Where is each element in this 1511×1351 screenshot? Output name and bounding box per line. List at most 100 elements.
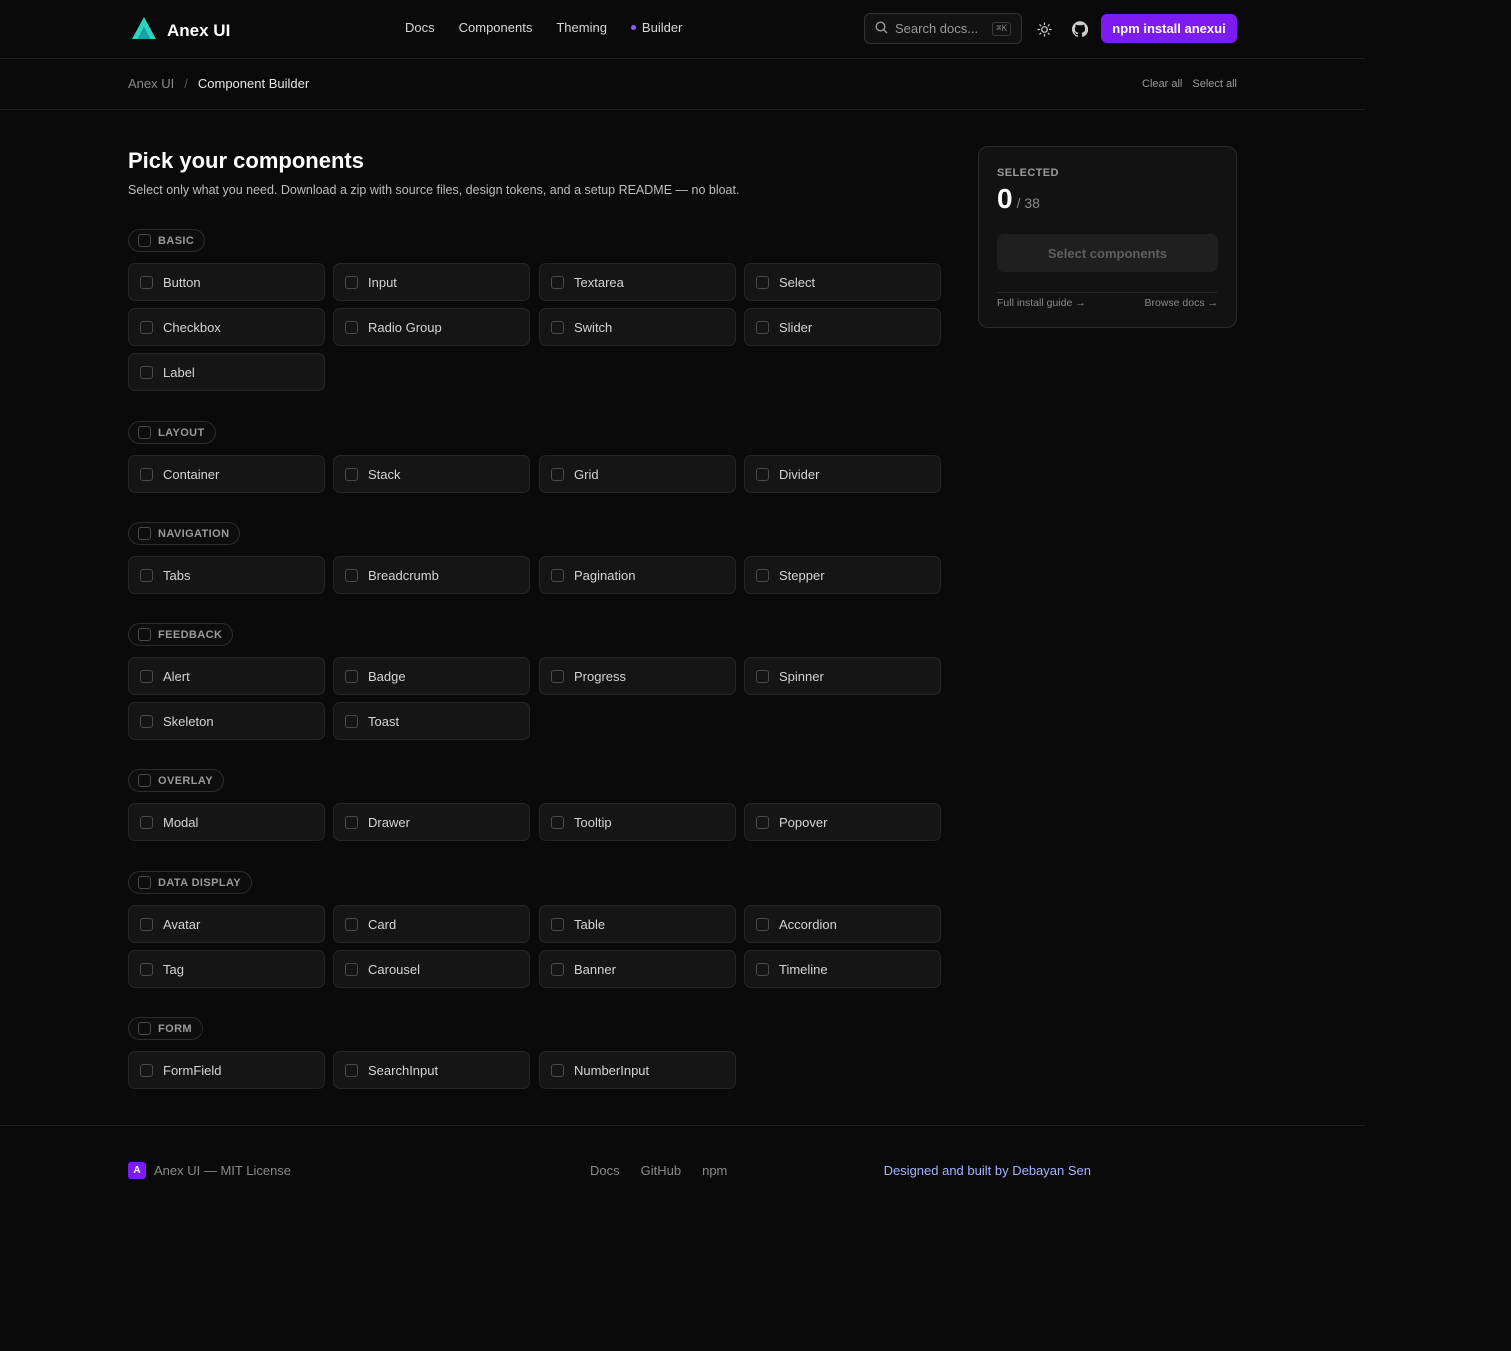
nav-components[interactable]: Components [459,20,533,35]
npm-install-button[interactable]: npm install anexui [1101,14,1237,43]
component-label: Radio Group [368,319,442,335]
component-option-button[interactable]: Button [128,263,325,301]
select-all-button[interactable]: Select all [1192,78,1237,90]
selected-label: SELECTED [997,167,1059,179]
section-toggle-navigation[interactable]: NAVIGATION [128,522,241,545]
nav-builder[interactable]: Builder [630,20,682,35]
component-option-alert[interactable]: Alert [128,657,325,695]
component-option-tooltip[interactable]: Tooltip [539,803,736,841]
component-option-formfield[interactable]: FormField [128,1051,325,1089]
component-option-avatar[interactable]: Avatar [128,905,325,943]
component-option-pagination[interactable]: Pagination [539,556,736,594]
checkbox [140,467,153,481]
component-option-banner[interactable]: Banner [539,950,736,988]
component-option-container[interactable]: Container [128,455,325,493]
component-option-skeleton[interactable]: Skeleton [128,702,325,740]
browse-docs-link[interactable]: Browse docs → [1144,297,1218,309]
component-label: NumberInput [574,1062,650,1078]
checkbox [140,917,153,931]
component-option-stepper[interactable]: Stepper [744,556,941,594]
component-option-table[interactable]: Table [539,905,736,943]
component-label: Container [163,466,220,482]
footer-link-npm[interactable]: npm [702,1163,727,1178]
download-button[interactable]: Select components [997,234,1218,272]
checkbox [345,669,358,683]
section-toggle-form[interactable]: FORM [128,1017,203,1040]
page-subtitle: Select only what you need. Download a zi… [128,183,740,197]
component-option-accordion[interactable]: Accordion [744,905,941,943]
checkbox [756,275,769,289]
section-toggle-basic[interactable]: BASIC [128,229,206,252]
breadcrumb-root[interactable]: Anex UI [128,76,174,91]
search-placeholder: Search docs... [895,21,979,36]
footer-credit[interactable]: Designed and built by Debayan Sen [884,1163,1091,1178]
sun-icon[interactable] [1035,20,1053,38]
checkbox [551,1063,564,1077]
checkbox [551,320,564,334]
component-option-card[interactable]: Card [333,905,530,943]
component-option-tag[interactable]: Tag [128,950,325,988]
checkbox [345,568,358,582]
checkbox [140,669,153,683]
search-input[interactable]: Search docs... ⌘K [864,13,1022,44]
brand-name: Anex UI [167,20,231,40]
component-option-popover[interactable]: Popover [744,803,941,841]
component-option-checkbox[interactable]: Checkbox [128,308,325,346]
section-toggle-overlay[interactable]: OVERLAY [128,769,224,792]
component-option-switch[interactable]: Switch [539,308,736,346]
component-label: Carousel [368,961,421,977]
component-option-select[interactable]: Select [744,263,941,301]
github-icon[interactable] [1071,20,1089,38]
clear-all-button[interactable]: Clear all [1142,78,1182,90]
brand[interactable]: Anex UI [130,15,230,46]
checkbox [140,714,153,728]
component-option-progress[interactable]: Progress [539,657,736,695]
section-toggle-feedback[interactable]: FEEDBACK [128,623,234,646]
component-option-spinner[interactable]: Spinner [744,657,941,695]
page-title: Pick your components [128,148,364,173]
component-option-input[interactable]: Input [333,263,530,301]
checkbox [345,962,358,976]
component-option-carousel[interactable]: Carousel [333,950,530,988]
section-toggle-layout[interactable]: LAYOUT [128,421,216,444]
checkbox [551,669,564,683]
bulk-actions: Clear all Select all [1142,78,1237,90]
component-option-numberinput[interactable]: NumberInput [539,1051,736,1089]
component-label: FormField [163,1062,222,1078]
component-option-textarea[interactable]: Textarea [539,263,736,301]
component-label: Slider [779,319,813,335]
install-guide-link[interactable]: Full install guide → [997,297,1086,309]
section-toggle-data-display[interactable]: DATA DISPLAY [128,871,253,894]
footer-link-docs[interactable]: Docs [590,1163,620,1178]
component-option-grid[interactable]: Grid [539,455,736,493]
component-option-tabs[interactable]: Tabs [128,556,325,594]
component-option-drawer[interactable]: Drawer [333,803,530,841]
nav-docs[interactable]: Docs [405,20,435,35]
component-option-label[interactable]: Label [128,353,325,391]
component-option-timeline[interactable]: Timeline [744,950,941,988]
checkbox [140,275,153,289]
component-label: Drawer [368,814,410,830]
checkbox [345,1063,358,1077]
component-option-stack[interactable]: Stack [333,455,530,493]
component-option-badge[interactable]: Badge [333,657,530,695]
footer-links: Docs GitHub npm [590,1163,727,1178]
component-option-breadcrumb[interactable]: Breadcrumb [333,556,530,594]
selected-count-value: 0 [997,183,1013,214]
footer-link-github[interactable]: GitHub [641,1163,681,1178]
breadcrumb-bar: Anex UI / Component Builder Clear all Se… [0,59,1365,110]
component-option-radio-group[interactable]: Radio Group [333,308,530,346]
checkbox [138,1022,151,1035]
component-label: Banner [574,961,616,977]
checkbox [756,962,769,976]
component-option-modal[interactable]: Modal [128,803,325,841]
nav-theming[interactable]: Theming [556,20,607,35]
component-label: Tag [163,961,184,977]
component-option-slider[interactable]: Slider [744,308,941,346]
component-option-searchinput[interactable]: SearchInput [333,1051,530,1089]
component-label: Tooltip [574,814,612,830]
anex-logo-icon [130,15,158,46]
component-option-divider[interactable]: Divider [744,455,941,493]
component-option-toast[interactable]: Toast [333,702,530,740]
panel-divider [997,292,1218,293]
